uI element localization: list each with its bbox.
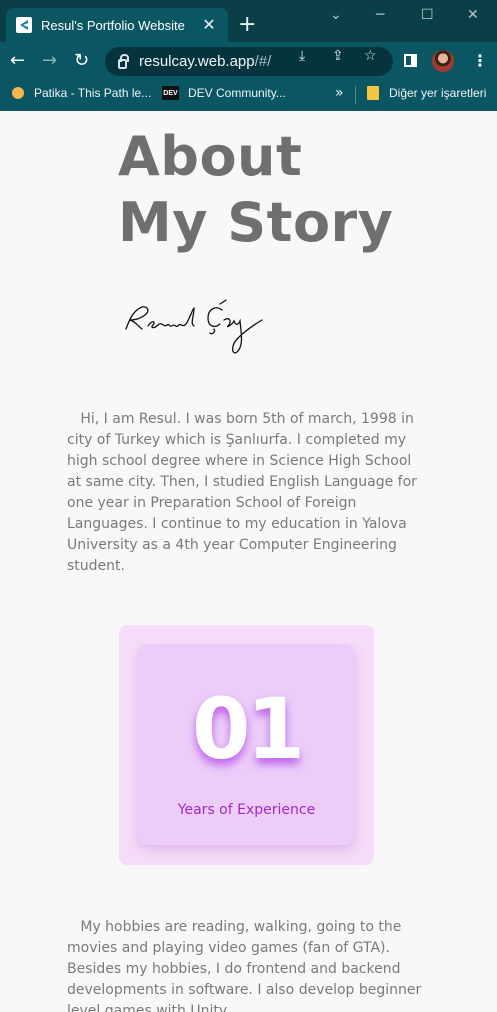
about-paragraph: Hi, I am Resul. I was born 5th of march,… xyxy=(67,411,417,574)
patika-icon xyxy=(12,87,24,99)
dev-icon: DEV xyxy=(162,86,179,100)
signature-image xyxy=(125,299,263,354)
tab-search-icon[interactable]: ⌄ xyxy=(330,6,342,24)
close-tab-icon[interactable]: ✕ xyxy=(200,17,218,33)
share-icon[interactable]: ⇪ xyxy=(332,48,344,64)
bookmark-dev[interactable]: DEV DEV Community... xyxy=(162,86,286,100)
profile-avatar[interactable] xyxy=(432,50,454,72)
address-bar[interactable]: resulcay.web.app/#/ xyxy=(105,47,393,76)
other-bookmarks[interactable]: Diğer yer işaretleri xyxy=(367,86,486,100)
bookmarks-overflow-icon[interactable]: » xyxy=(335,85,344,101)
minimize-icon[interactable]: ─ xyxy=(376,6,384,24)
heading-line-my-story: My Story xyxy=(118,191,394,254)
more-menu-icon[interactable]: ⋮ xyxy=(472,50,488,72)
side-panel-icon[interactable] xyxy=(404,54,417,67)
experience-card: 01 Years of Experience xyxy=(119,625,374,865)
bookmark-patika[interactable]: Patika - This Path le... xyxy=(12,86,151,100)
url-text: resulcay.web.app/#/ xyxy=(139,53,272,70)
new-tab-button[interactable]: + xyxy=(238,13,256,37)
hobbies-paragraph: My hobbies are reading, walking, going t… xyxy=(67,919,422,1012)
experience-years: 01 xyxy=(192,680,305,778)
bookmark-star-icon[interactable]: ☆ xyxy=(364,48,377,64)
browser-chrome: Resul's Portfolio Website ✕ + ⌄ ─ ☐ ✕ ← … xyxy=(0,0,497,111)
lock-icon xyxy=(118,53,129,69)
experience-card-inner: 01 Years of Experience xyxy=(138,644,355,845)
heading-line-about: About xyxy=(118,125,303,188)
window-close-icon[interactable]: ✕ xyxy=(467,6,479,24)
tab-strip: Resul's Portfolio Website ✕ + ⌄ ─ ☐ ✕ xyxy=(0,0,497,42)
folder-icon xyxy=(367,86,379,100)
tab-title: Resul's Portfolio Website xyxy=(41,17,185,33)
browser-toolbar: ← → ↻ resulcay.web.app/#/ ⤓ ⇪ ☆ ⋮ xyxy=(0,42,497,80)
bookmarks-divider xyxy=(355,86,356,104)
experience-label: Years of Experience xyxy=(177,802,316,818)
install-app-icon[interactable]: ⤓ xyxy=(299,48,305,64)
flutter-favicon-icon xyxy=(16,17,32,33)
maximize-icon[interactable]: ☐ xyxy=(421,6,434,24)
browser-tab[interactable]: Resul's Portfolio Website ✕ xyxy=(6,8,228,42)
forward-icon[interactable]: → xyxy=(42,51,57,71)
bookmarks-bar: Patika - This Path le... DEV DEV Communi… xyxy=(0,80,497,111)
page-title: About My Story xyxy=(118,124,393,256)
back-icon[interactable]: ← xyxy=(10,51,25,71)
reload-icon[interactable]: ↻ xyxy=(74,51,89,71)
